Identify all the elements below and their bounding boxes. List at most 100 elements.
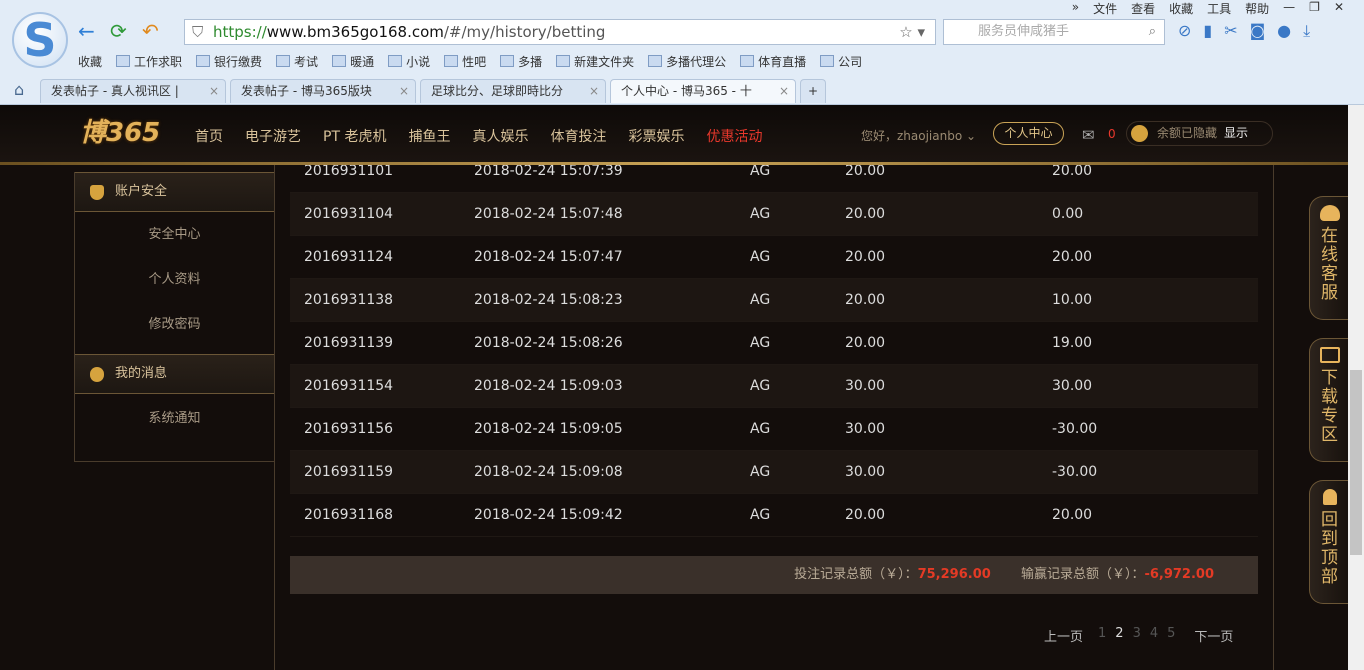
tab[interactable]: 发表帖子 - 博马365版块 × [230, 79, 416, 103]
search-icon[interactable]: ⌕ [1149, 20, 1156, 44]
nav-live-casino[interactable]: 真人娱乐 [472, 126, 528, 146]
minimize-button[interactable]: — [1283, 0, 1295, 17]
nav-home[interactable]: 首页 [195, 126, 223, 146]
address-bar[interactable]: ⛉ https://www.bm365go168.com/#/my/history… [184, 19, 936, 45]
nav-sports[interactable]: 体育投注 [550, 126, 606, 146]
bookmark-folder[interactable]: 小说 [388, 53, 430, 70]
mail-icon[interactable]: ✉ [1082, 126, 1095, 144]
shield-icon: ⛉ [192, 23, 204, 41]
table-row: 2016931124 2018-02-24 15:07:47 AG 20.00 20.0… [290, 236, 1258, 279]
menu-help[interactable]: 帮助 [1245, 0, 1269, 17]
download-button[interactable]: 下载专区 [1309, 338, 1349, 462]
new-tab-button[interactable]: + [800, 79, 826, 103]
star-icon[interactable]: ☆ ▾ [899, 20, 925, 44]
mail-count: 0 [1108, 127, 1116, 141]
order-id: 2016931101 [304, 165, 394, 179]
bookmark-folder[interactable]: 公司 [820, 53, 862, 70]
scrollbar-thumb[interactable] [1350, 370, 1362, 555]
personal-center-button[interactable]: 个人中心 [993, 122, 1064, 145]
bet-amount: 20.00 [845, 206, 886, 222]
chat-icon [90, 367, 104, 382]
nav-promotions[interactable]: 优惠活动 [706, 126, 762, 146]
show-balance-button[interactable]: 显示 [1224, 122, 1248, 145]
menu-more[interactable]: » [1072, 0, 1079, 17]
online-support-button[interactable]: 在线客服 [1309, 196, 1349, 320]
menu-favorites[interactable]: 收藏 [1169, 0, 1193, 17]
sidebar-item-security-center[interactable]: 安全中心 [75, 212, 274, 257]
nav-games[interactable]: 电子游艺 [245, 126, 301, 146]
bookmark-folder[interactable]: 新建文件夹 [556, 53, 634, 70]
page-1[interactable]: 1 [1098, 626, 1106, 645]
bookmark-folder[interactable]: 多播代理公 [648, 53, 726, 70]
menu-view[interactable]: 查看 [1131, 0, 1155, 17]
page-5[interactable]: 5 [1167, 626, 1175, 645]
prev-page-button[interactable]: 上一页 [1044, 626, 1083, 645]
sidebar-item-system-notice[interactable]: 系统通知 [75, 396, 274, 441]
toolbar-icons[interactable]: ⊘▮✂◙●⤓ [1178, 21, 1322, 41]
home-icon[interactable]: ⌂ [14, 80, 24, 99]
search-input[interactable]: 服务员伸咸猪手 ⌕ [943, 19, 1165, 45]
tab[interactable]: 足球比分、足球即時比分 × [420, 79, 606, 103]
bet-time: 2018-02-24 15:09:08 [474, 464, 623, 480]
menu-tools[interactable]: 工具 [1207, 0, 1231, 17]
nav-pt-slots[interactable]: PT 老虎机 [323, 126, 386, 146]
bookmark-favorites[interactable]: 收藏 [78, 53, 102, 70]
bookmark-folder[interactable]: 性吧 [444, 53, 486, 70]
bookmark-folder[interactable]: 体育直播 [740, 53, 806, 70]
bookmark-folder[interactable]: 银行缴费 [196, 53, 262, 70]
win-total-value: -6,972.00 [1144, 567, 1214, 582]
back-to-top-button[interactable]: 回到顶部 [1309, 480, 1349, 604]
nav-lottery[interactable]: 彩票娱乐 [628, 126, 684, 146]
bookmark-folder[interactable]: 考试 [276, 53, 318, 70]
summary-bar: 投注记录总额（￥）：75,296.00 输赢记录总额（￥）：-6,972.00 [290, 556, 1258, 594]
win-amount: 20.00 [1052, 165, 1093, 179]
site-logo[interactable]: 博365 [80, 112, 164, 162]
tab[interactable]: 发表帖子 - 真人视讯区 | × [40, 79, 226, 103]
balance-text: 余额已隐藏 [1157, 126, 1218, 140]
bookmark-folder[interactable]: 多播 [500, 53, 542, 70]
page-3[interactable]: 3 [1133, 626, 1141, 645]
order-id: 2016931156 [304, 421, 394, 437]
bet-time: 2018-02-24 15:08:26 [474, 335, 623, 351]
bet-total-label: 投注记录总额（￥）： [794, 567, 918, 582]
search-placeholder: 服务员伸咸猪手 [978, 24, 1070, 39]
table-row: 2016931168 2018-02-24 15:09:42 AG 20.00 20.0… [290, 494, 1258, 537]
next-page-button[interactable]: 下一页 [1194, 626, 1233, 645]
float-label: 下载专区 [1321, 368, 1338, 445]
user-menu[interactable]: 您好，zhaojianbo ⌄ [861, 127, 976, 144]
main-nav: 首页 电子游艺 PT 老虎机 捕鱼王 真人娱乐 体育投注 彩票娱乐 优惠活动 [195, 126, 784, 146]
undo-icon[interactable]: ↶ [142, 20, 159, 42]
win-amount: 10.00 [1052, 292, 1093, 308]
close-tab-icon[interactable]: × [589, 80, 599, 102]
tab-title: 足球比分、足球即時比分 [431, 84, 564, 98]
table-row: 2016931156 2018-02-24 15:09:05 AG 30.00 -30.… [290, 408, 1258, 451]
sidebar-item-profile[interactable]: 个人资料 [75, 257, 274, 302]
bet-amount: 20.00 [845, 292, 886, 308]
table-row: 2016931139 2018-02-24 15:08:26 AG 20.00 19.0… [290, 322, 1258, 365]
page-4[interactable]: 4 [1150, 626, 1158, 645]
platform: AG [750, 292, 771, 308]
bet-time: 2018-02-24 15:07:47 [474, 249, 623, 265]
sidebar-section-account-security[interactable]: 账户安全 [75, 172, 274, 212]
tab-active[interactable]: 个人中心 - 博马365 - 十 × [610, 79, 796, 103]
menu-file[interactable]: 文件 [1093, 0, 1117, 17]
bet-amount: 20.00 [845, 249, 886, 265]
nav-fishing[interactable]: 捕鱼王 [408, 126, 450, 146]
bookmark-folder[interactable]: 暖通 [332, 53, 374, 70]
restore-button[interactable]: ❐ [1309, 0, 1320, 17]
page-2[interactable]: 2 [1115, 626, 1123, 645]
sidebar-section-messages[interactable]: 我的消息 [75, 354, 274, 394]
bet-time: 2018-02-24 15:08:23 [474, 292, 623, 308]
back-icon[interactable]: ← [78, 20, 95, 42]
table-row: 2016931138 2018-02-24 15:08:23 AG 20.00 10.0… [290, 279, 1258, 322]
close-tab-icon[interactable]: × [779, 80, 789, 102]
refresh-icon[interactable]: ⟳ [110, 20, 127, 42]
close-tab-icon[interactable]: × [399, 80, 409, 102]
balance-box: 余额已隐藏 显示 [1126, 121, 1273, 146]
sidebar-item-change-password[interactable]: 修改密码 [75, 302, 274, 347]
close-tab-icon[interactable]: × [209, 80, 219, 102]
bookmark-folder[interactable]: 工作求职 [116, 53, 182, 70]
table-row: 2016931104 2018-02-24 15:07:48 AG 20.00 0.00 [290, 193, 1258, 236]
devices-icon [1320, 347, 1340, 363]
close-button[interactable]: ✕ [1334, 0, 1344, 17]
